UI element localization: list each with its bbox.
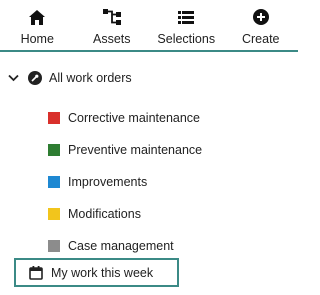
tree-item-label: Preventive maintenance bbox=[68, 143, 203, 157]
my-work-label: My work this week bbox=[51, 265, 154, 280]
nav-selections[interactable]: Selections bbox=[149, 0, 224, 50]
tree-item-label: Case management bbox=[68, 239, 174, 253]
tree-item-modifications[interactable]: Modifications bbox=[0, 198, 298, 230]
tree-root-all-work-orders[interactable]: All work orders bbox=[0, 54, 298, 102]
nav-home[interactable]: Home bbox=[0, 0, 75, 50]
home-icon bbox=[28, 8, 46, 26]
nav-create-label: Create bbox=[241, 32, 280, 46]
tree-item-preventive-maintenance[interactable]: Preventive maintenance bbox=[0, 134, 298, 166]
top-navigation: Home Assets Selections Create bbox=[0, 0, 298, 52]
chevron-down-icon[interactable] bbox=[8, 72, 20, 84]
nav-selections-label: Selections bbox=[157, 32, 216, 46]
wrench-icon bbox=[28, 71, 42, 85]
tree-item-label: Corrective maintenance bbox=[68, 111, 201, 125]
category-color-swatch bbox=[48, 208, 60, 220]
nav-home-label: Home bbox=[20, 32, 54, 46]
tree-root-label: All work orders bbox=[49, 71, 132, 85]
tree-item-label: Improvements bbox=[68, 175, 148, 189]
tree-item-label: Modifications bbox=[68, 207, 141, 221]
calendar-icon bbox=[29, 265, 43, 280]
category-color-swatch bbox=[48, 144, 60, 156]
tree-item-corrective-maintenance[interactable]: Corrective maintenance bbox=[0, 102, 298, 134]
nav-assets-label: Assets bbox=[92, 32, 131, 46]
category-color-swatch bbox=[48, 112, 60, 124]
scrollbar-track[interactable] bbox=[298, 0, 307, 295]
category-color-swatch bbox=[48, 176, 60, 188]
tree-item-improvements[interactable]: Improvements bbox=[0, 166, 298, 198]
nav-create[interactable]: Create bbox=[224, 0, 299, 50]
work-order-tree: All work orders Corrective maintenance P… bbox=[0, 54, 298, 262]
hierarchy-icon bbox=[102, 8, 121, 26]
category-color-swatch bbox=[48, 240, 60, 252]
list-icon bbox=[177, 8, 195, 26]
plus-circle-icon bbox=[252, 8, 270, 26]
nav-assets[interactable]: Assets bbox=[75, 0, 150, 50]
my-work-this-week-button[interactable]: My work this week bbox=[14, 258, 179, 287]
